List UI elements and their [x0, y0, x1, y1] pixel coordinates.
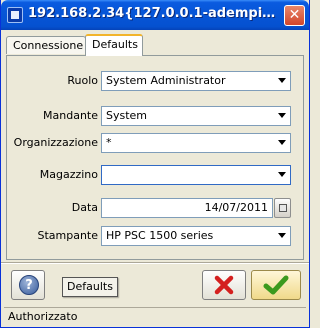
chevron-down-icon — [278, 113, 286, 118]
help-button[interactable]: ? — [11, 270, 45, 300]
organizzazione-row: Organizzazione * — [7, 133, 305, 153]
mandante-row: Mandante System — [7, 106, 305, 126]
chevron-down-icon — [278, 233, 286, 238]
tab-defaults[interactable]: Defaults — [85, 34, 143, 56]
date-input[interactable]: 14/07/2011 — [101, 198, 273, 218]
organizzazione-value: * — [106, 136, 112, 149]
window-title: 192.168.2.34{127.0.0.1-adempiere-a... — [28, 6, 280, 21]
app-icon — [7, 7, 23, 23]
tooltip: Defaults — [62, 277, 118, 297]
cancel-x-icon — [214, 275, 234, 295]
stampante-value: HP PSC 1500 series — [106, 229, 214, 242]
title-bar[interactable]: 192.168.2.34{127.0.0.1-adempiere-a... ✕ — [1, 0, 309, 30]
cancel-button[interactable] — [202, 270, 246, 300]
chevron-down-icon — [278, 140, 286, 145]
organizzazione-label: Organizzazione — [13, 136, 98, 149]
ok-button[interactable] — [251, 270, 301, 300]
close-button[interactable]: ✕ — [284, 5, 305, 26]
login-dialog: 192.168.2.34{127.0.0.1-adempiere-a... ✕ … — [0, 0, 310, 328]
ruolo-label: Ruolo — [67, 74, 98, 87]
stampante-label: Stampante — [37, 229, 98, 242]
chevron-down-icon — [278, 78, 286, 83]
magazzino-select[interactable] — [101, 165, 291, 185]
magazzino-label: Magazzino — [39, 168, 98, 181]
calendar-button[interactable] — [274, 198, 291, 218]
help-icon: ? — [19, 275, 39, 295]
calendar-icon — [279, 204, 287, 212]
organizzazione-select[interactable]: * — [101, 133, 291, 153]
mandante-label: Mandante — [43, 109, 98, 122]
data-label: Data — [71, 201, 98, 214]
mandante-value: System — [106, 109, 148, 122]
mandante-select[interactable]: System — [101, 106, 291, 126]
ruolo-row: Ruolo System Administrator — [7, 71, 305, 91]
stampante-select[interactable]: HP PSC 1500 series — [101, 226, 291, 246]
status-bar: Authorizzato — [4, 307, 306, 325]
data-row: Data 14/07/2011 — [7, 198, 305, 218]
defaults-panel: Ruolo System Administrator Mandante Syst… — [6, 55, 304, 260]
tab-connessione[interactable]: Connessione — [6, 36, 86, 54]
ruolo-select[interactable]: System Administrator — [101, 71, 291, 91]
ruolo-value: System Administrator — [106, 74, 226, 87]
check-icon — [263, 275, 289, 295]
close-icon: ✕ — [288, 7, 301, 23]
magazzino-row: Magazzino — [7, 165, 305, 185]
stampante-row: Stampante HP PSC 1500 series — [7, 226, 305, 246]
chevron-down-icon — [278, 172, 286, 177]
divider — [1, 262, 309, 264]
